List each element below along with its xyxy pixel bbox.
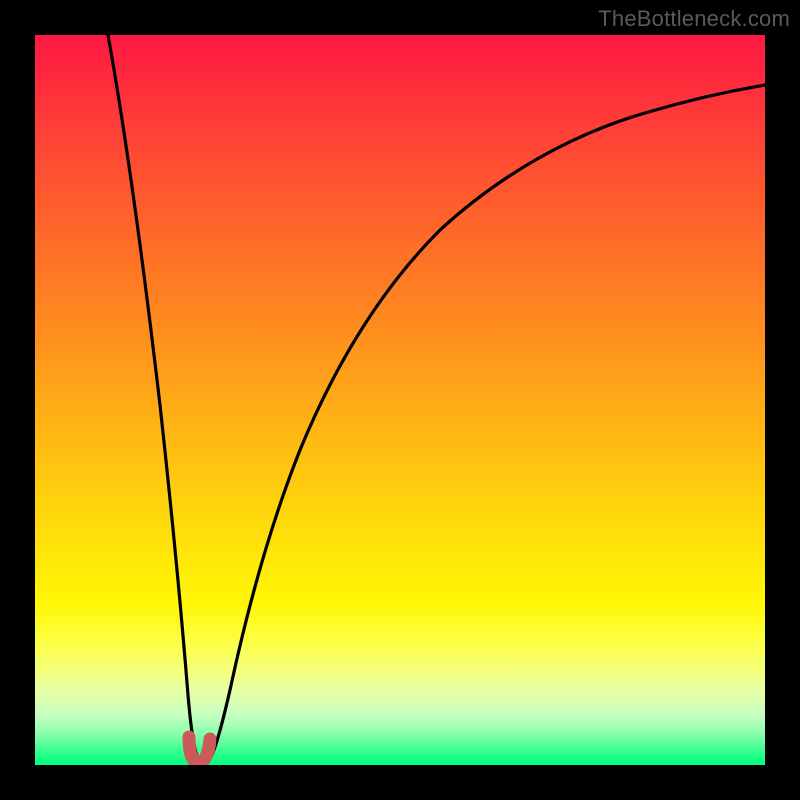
plot-area [35,35,765,765]
curve-layer [35,35,765,765]
chart-frame: TheBottleneck.com [0,0,800,800]
watermark-text: TheBottleneck.com [598,6,790,32]
min-marker [189,737,210,762]
bottleneck-curve [108,35,765,761]
